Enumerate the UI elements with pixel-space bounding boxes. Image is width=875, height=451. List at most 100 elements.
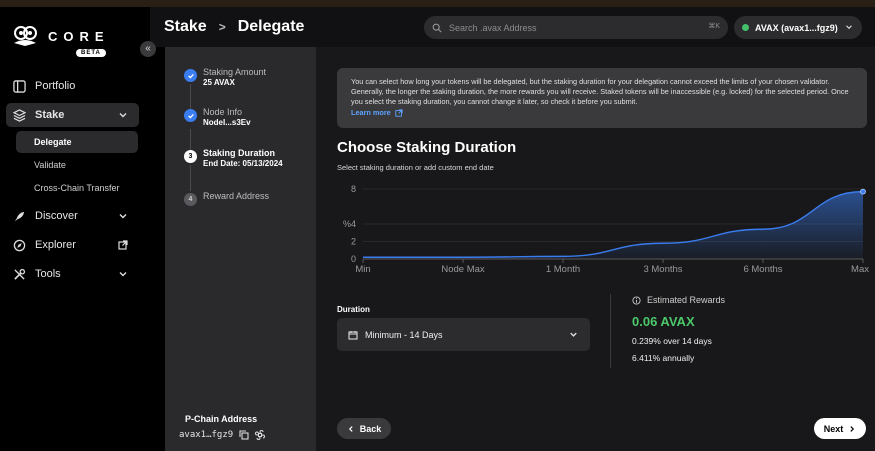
x-tick-label[interactable]: 3 Months bbox=[643, 264, 682, 275]
step-number: 4 bbox=[184, 193, 197, 206]
beta-badge: BETA bbox=[76, 49, 106, 57]
back-button[interactable]: Back bbox=[337, 418, 391, 439]
estimated-rewards-header: Estimated Rewards bbox=[632, 295, 725, 305]
step-connector bbox=[190, 84, 191, 109]
check-icon bbox=[184, 109, 197, 122]
estimated-rewards-label: Estimated Rewards bbox=[647, 295, 726, 305]
duration-value: Minimum - 14 Days bbox=[365, 329, 443, 340]
step-staking-duration[interactable]: 3 Staking Duration End Date: 05/13/2024 bbox=[184, 148, 283, 168]
reward-period: 0.239% over 14 days bbox=[632, 336, 712, 346]
search-icon bbox=[432, 23, 442, 33]
step-value: 25 AVAX bbox=[203, 78, 235, 87]
wallet-button[interactable]: AVAX (avax1...fgz9) bbox=[734, 16, 862, 39]
x-tick-label[interactable]: 1 Month bbox=[546, 264, 580, 275]
breadcrumb-delegate: Delegate bbox=[237, 18, 305, 35]
x-tick-label[interactable]: Node Max bbox=[441, 264, 485, 275]
sidebar: CORE BETA Portfolio Stake Delegate Valid… bbox=[0, 7, 150, 451]
chevron-right-icon: > bbox=[218, 20, 226, 34]
chevron-down-icon bbox=[846, 25, 852, 30]
collapse-sidebar-button[interactable]: « bbox=[140, 41, 156, 57]
sidebar-item-discover[interactable]: Discover bbox=[6, 204, 139, 228]
sidebar-subitem-cross-chain-transfer[interactable]: Cross-Chain Transfer bbox=[16, 177, 138, 199]
external-link-icon bbox=[395, 109, 403, 117]
sidebar-item-label: Stake bbox=[35, 109, 65, 121]
search-shortcut: ⌘K bbox=[708, 23, 720, 30]
page-title: Choose Staking Duration bbox=[337, 139, 517, 156]
y-tick-label: 8 bbox=[351, 184, 356, 194]
top-strip bbox=[0, 0, 875, 7]
step-node-info[interactable]: Node Info NodeI...s3Ev bbox=[184, 107, 251, 127]
sidebar-item-tools[interactable]: Tools bbox=[6, 262, 139, 286]
step-number: 3 bbox=[184, 150, 197, 163]
rewards-chart[interactable]: 8 4 2 0% Min Node Max 1 Month 3 Months 6 Months… bbox=[334, 179, 875, 279]
calendar-icon bbox=[348, 330, 358, 340]
step-title: Staking Duration bbox=[203, 148, 276, 158]
step-reward-address[interactable]: 4 Reward Address bbox=[184, 191, 269, 206]
step-title: Staking Amount bbox=[203, 67, 267, 77]
chevron-right-icon bbox=[850, 425, 855, 432]
pchain-address: avax1…fgz9 bbox=[179, 430, 266, 440]
back-label: Back bbox=[359, 423, 382, 434]
step-staking-amount[interactable]: Staking Amount 25 AVAX bbox=[184, 67, 266, 87]
main-content: You can select how long your tokens will… bbox=[316, 47, 875, 451]
chevron-down-icon bbox=[570, 332, 577, 337]
connected-status-dot bbox=[742, 24, 749, 31]
external-link-icon bbox=[118, 240, 128, 250]
stack-icon bbox=[12, 108, 26, 122]
chevron-down-icon bbox=[119, 272, 127, 277]
chevron-down-icon bbox=[119, 214, 127, 219]
x-tick-label[interactable]: 6 Months bbox=[743, 264, 782, 275]
logo-text: CORE bbox=[48, 28, 110, 44]
divider bbox=[610, 294, 611, 368]
learn-more-label: Learn more bbox=[351, 108, 391, 117]
sidebar-subitem-validate[interactable]: Validate bbox=[16, 154, 138, 176]
check-icon bbox=[184, 69, 197, 82]
logo[interactable]: CORE bbox=[12, 25, 110, 47]
y-tick-label: 4 bbox=[351, 219, 356, 229]
sidebar-item-stake[interactable]: Stake bbox=[6, 103, 139, 127]
reward-annual: 6.411% annually bbox=[632, 353, 695, 363]
chart-handle-point[interactable] bbox=[860, 188, 866, 195]
top-header: Stake > Delegate ⌘K AVAX (avax1...fgz9) bbox=[150, 7, 875, 47]
sidebar-item-label: Portfolio bbox=[35, 80, 76, 92]
stepper-panel: Staking Amount 25 AVAX Node Info NodeI..… bbox=[165, 47, 316, 451]
breadcrumb: Stake > Delegate bbox=[164, 18, 304, 36]
sidebar-item-explorer[interactable]: Explorer bbox=[6, 233, 139, 257]
next-label: Next bbox=[823, 423, 844, 434]
sidebar-item-portfolio[interactable]: Portfolio bbox=[6, 74, 139, 98]
info-banner: You can select how long your tokens will… bbox=[337, 68, 867, 128]
next-button[interactable]: Next bbox=[814, 418, 866, 439]
x-tick-label[interactable]: Max bbox=[851, 264, 869, 275]
step-title: Node Info bbox=[203, 107, 243, 117]
command-icon[interactable] bbox=[255, 430, 266, 440]
page-subtitle: Select staking duration or add custom en… bbox=[337, 163, 494, 172]
sidebar-item-label: Discover bbox=[35, 210, 78, 222]
sidebar-subitem-delegate[interactable]: Delegate bbox=[16, 131, 138, 153]
step-title: Reward Address bbox=[203, 191, 270, 201]
breadcrumb-stake[interactable]: Stake bbox=[164, 18, 207, 36]
info-icon[interactable] bbox=[632, 295, 641, 305]
y-tick-label: 2 bbox=[351, 237, 356, 247]
step-value: NodeI...s3Ev bbox=[203, 118, 251, 127]
wallet-label: AVAX (avax1...fgz9) bbox=[755, 22, 838, 33]
sidebar-item-label: Tools bbox=[35, 268, 61, 280]
tools-icon bbox=[12, 267, 26, 281]
portfolio-icon bbox=[12, 79, 26, 93]
sidebar-item-label: Explorer bbox=[35, 239, 76, 251]
rocket-icon bbox=[12, 209, 26, 223]
learn-more-link[interactable]: Learn more bbox=[351, 108, 403, 118]
owl-logo-icon bbox=[14, 26, 37, 46]
search-bar[interactable]: ⌘K bbox=[424, 16, 728, 39]
duration-label: Duration bbox=[337, 305, 370, 314]
copy-icon[interactable] bbox=[239, 430, 249, 440]
pchain-address-label: P-Chain Address bbox=[185, 414, 258, 424]
info-text: You can select how long your tokens will… bbox=[351, 77, 849, 106]
compass-icon bbox=[12, 238, 26, 252]
chevron-left-icon bbox=[348, 425, 353, 432]
duration-select[interactable]: Minimum - 14 Days bbox=[337, 318, 590, 351]
step-connector bbox=[190, 165, 191, 191]
reward-amount: 0.06 AVAX bbox=[632, 314, 695, 329]
x-tick-label[interactable]: Min bbox=[355, 264, 370, 275]
y-axis-label: % bbox=[343, 219, 351, 229]
search-input[interactable] bbox=[449, 22, 689, 33]
